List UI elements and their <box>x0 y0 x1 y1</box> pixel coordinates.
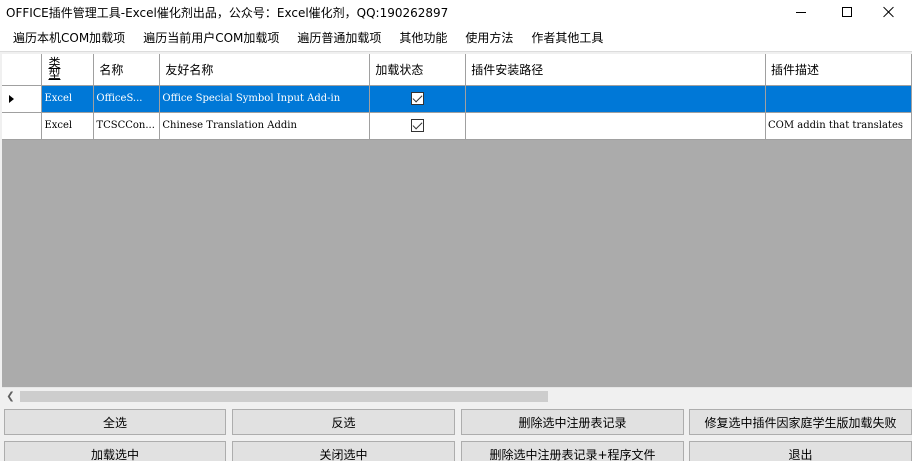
column-header-load-status[interactable]: 加载状态 <box>369 54 467 86</box>
minimize-button[interactable] <box>778 0 824 24</box>
column-header-friendly-name[interactable]: 友好名称 <box>159 54 371 86</box>
close-icon <box>883 6 895 18</box>
column-header-type[interactable]: 类型 <box>41 54 95 86</box>
table-row[interactable]: Excel OfficeS... Office Special Symbol I… <box>2 85 912 113</box>
cell-install-path[interactable] <box>465 85 766 113</box>
cell-description[interactable]: COM addin that translates <box>765 112 912 140</box>
cell-type[interactable]: Excel <box>41 85 95 113</box>
table-row[interactable]: Excel TCSCCon... Chinese Translation Add… <box>2 112 912 140</box>
load-checkbox[interactable] <box>411 92 425 105</box>
close-button[interactable] <box>866 0 912 24</box>
cell-name[interactable]: OfficeS... <box>93 85 161 113</box>
invert-selection-button[interactable]: 反选 <box>232 409 455 435</box>
row-header[interactable] <box>2 112 43 140</box>
menu-bar: 遍历本机COM加载项 遍历当前用户COM加载项 遍历普通加载项 其他功能 使用方… <box>0 24 912 52</box>
cell-friendly-name[interactable]: Office Special Symbol Input Add-in <box>159 85 371 113</box>
scroll-left-arrow-icon[interactable]: ❮ <box>2 388 19 405</box>
cell-name[interactable]: TCSCCon... <box>93 112 161 140</box>
menu-other-features[interactable]: 其他功能 <box>392 26 454 49</box>
row-header-corner <box>2 54 43 86</box>
window-title: OFFICE插件管理工具-Excel催化剂出品，公众号：Excel催化剂，QQ:… <box>6 6 449 20</box>
cell-install-path[interactable] <box>465 112 766 140</box>
column-header-description[interactable]: 插件描述 <box>765 54 912 86</box>
menu-enum-machine-com[interactable]: 遍历本机COM加载项 <box>6 26 132 49</box>
column-header-install-path[interactable]: 插件安装路径 <box>465 54 766 86</box>
delete-registry-and-files-button[interactable]: 删除选中注册表记录+程序文件 <box>461 441 684 461</box>
header-row: 类型 名称 友好名称 加载状态 插件安装路径 插件描述 <box>2 54 912 86</box>
cell-description[interactable] <box>765 85 912 113</box>
menu-enum-normal-addins[interactable]: 遍历普通加载项 <box>290 26 388 49</box>
cell-friendly-name[interactable]: Chinese Translation Addin <box>159 112 371 140</box>
column-header-name[interactable]: 名称 <box>93 54 161 86</box>
row-header[interactable] <box>2 85 43 113</box>
type-header-bottom: 型 <box>48 67 61 82</box>
exit-button[interactable]: 退出 <box>689 441 912 461</box>
addin-grid[interactable]: 类型 名称 友好名称 加载状态 插件安装路径 插件描述 Excel Office… <box>2 54 912 387</box>
addin-table: 类型 名称 友好名称 加载状态 插件安装路径 插件描述 Excel Office… <box>2 54 912 140</box>
scroll-thumb[interactable] <box>20 391 548 402</box>
repair-student-edition-button[interactable]: 修复选中插件因家庭学生版加载失败 <box>689 409 912 435</box>
cell-load-status[interactable] <box>369 85 467 113</box>
menu-enum-user-com[interactable]: 遍历当前用户COM加载项 <box>136 26 286 49</box>
maximize-button[interactable] <box>824 0 870 24</box>
title-bar: OFFICE插件管理工具-Excel催化剂出品，公众号：Excel催化剂，QQ:… <box>0 0 912 24</box>
current-row-arrow-icon <box>9 94 14 103</box>
menu-usage[interactable]: 使用方法 <box>458 26 520 49</box>
horizontal-scrollbar[interactable]: ❮ <box>2 387 912 404</box>
minimize-icon <box>796 11 806 13</box>
delete-registry-button[interactable]: 删除选中注册表记录 <box>461 409 684 435</box>
select-all-button[interactable]: 全选 <box>4 409 226 435</box>
close-selected-button[interactable]: 关闭选中 <box>232 441 455 461</box>
load-checkbox[interactable] <box>411 119 425 132</box>
menu-author-tools[interactable]: 作者其他工具 <box>524 26 610 49</box>
load-selected-button[interactable]: 加载选中 <box>4 441 226 461</box>
cell-load-status[interactable] <box>369 112 467 140</box>
maximize-icon <box>842 7 852 17</box>
cell-type[interactable]: Excel <box>41 112 95 140</box>
